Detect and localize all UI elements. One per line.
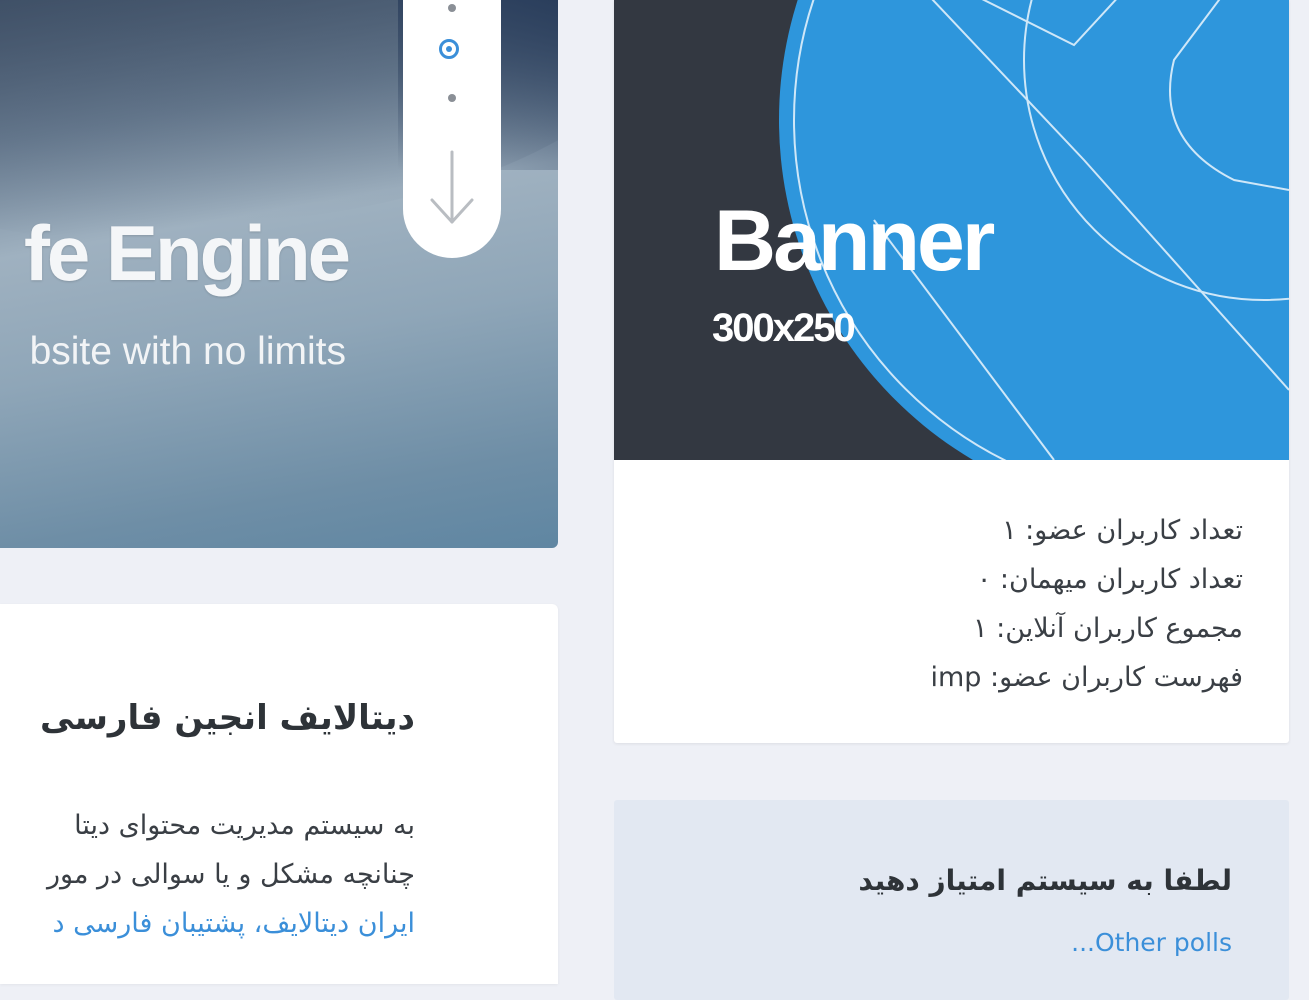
intro-link[interactable]: ایران دیتالایف، پشتیبان فارسی د bbox=[53, 908, 415, 939]
poll-card: لطفا به سیستم امتیاز دهید ...Other polls bbox=[614, 800, 1289, 1000]
intro-text-line: چنانچه مشکل و یا سوالی در مور bbox=[47, 859, 415, 890]
online-total: مجموع کاربران آنلاین: ۱ bbox=[973, 613, 1243, 644]
intro-title: دیتالایف انجین فارسی bbox=[40, 698, 415, 738]
intro-card: دیتالایف انجین فارسی به سیستم مدیریت محت… bbox=[0, 604, 558, 984]
slide-pager bbox=[403, 0, 501, 258]
active-dot-icon[interactable] bbox=[439, 39, 459, 59]
members-count: تعداد کاربران عضو: ۱ bbox=[1002, 515, 1243, 546]
guests-count: تعداد کاربران میهمان: ۰ bbox=[976, 564, 1243, 595]
online-stats: تعداد کاربران عضو: ۱ تعداد کاربران میهما… bbox=[930, 506, 1243, 702]
banner-size: 300x250 bbox=[712, 306, 856, 350]
dot-icon[interactable] bbox=[448, 4, 456, 12]
dot-icon[interactable] bbox=[448, 94, 456, 102]
banner-label: Banner bbox=[714, 193, 995, 289]
members-list[interactable]: فهرست کاربران عضو: imp bbox=[930, 653, 1243, 702]
hero-title: fe Engine bbox=[23, 209, 351, 297]
intro-text-line: به سیستم مدیریت محتوای دیتا bbox=[74, 810, 415, 841]
other-polls-link[interactable]: ...Other polls bbox=[1071, 928, 1232, 957]
hero-slide: fe Engine bsite with no limits bbox=[0, 0, 558, 548]
banner-ad[interactable]: Banner 300x250 bbox=[614, 0, 1289, 460]
sidebar-banner-card: Banner 300x250 تعداد کاربران عضو: ۱ تعدا… bbox=[614, 0, 1289, 743]
arrow-down-icon[interactable] bbox=[427, 150, 477, 230]
hero-subtitle: bsite with no limits bbox=[29, 330, 346, 373]
poll-title: لطفا به سیستم امتیاز دهید bbox=[858, 864, 1232, 897]
